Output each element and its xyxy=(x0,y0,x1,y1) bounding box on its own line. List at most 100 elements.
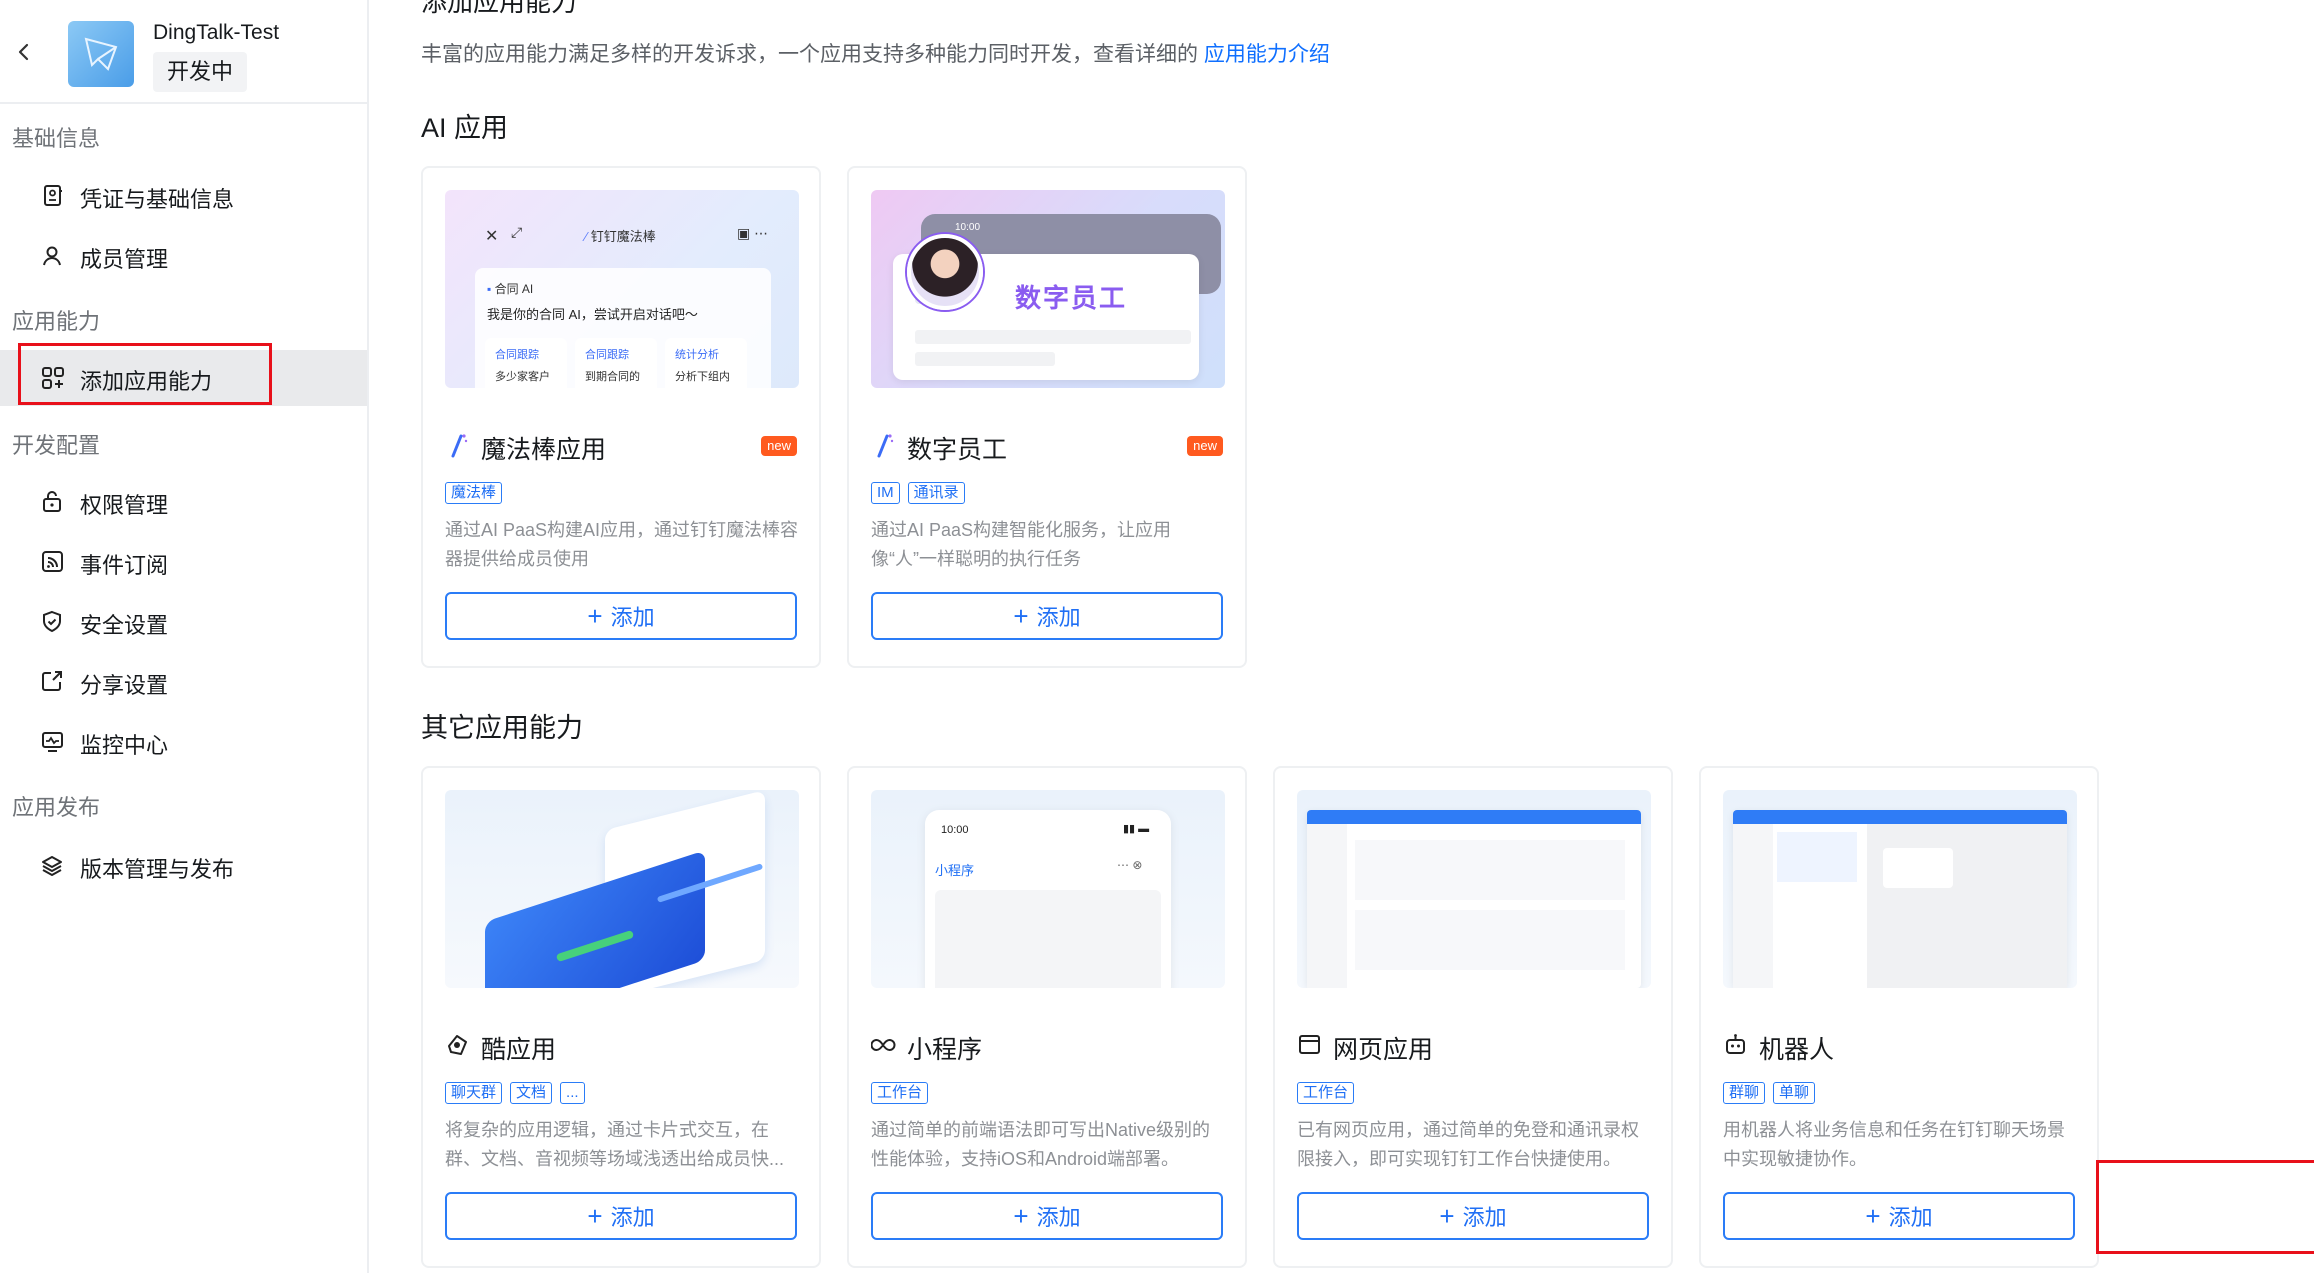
sidebar-item-label: 凭证与基础信息 xyxy=(80,187,235,212)
chevron-left-icon xyxy=(18,43,29,61)
plus-icon: + xyxy=(1439,1201,1455,1231)
intro-text: 丰富的应用能力满足多样的开发诉求，一个应用支持多种能力同时开发，查看详细的 应用… xyxy=(421,38,1330,68)
sidebar-item-share[interactable]: 分享设置 xyxy=(0,654,367,710)
plus-icon: + xyxy=(1865,1201,1881,1231)
sidebar-item-label: 版本管理与发布 xyxy=(80,857,235,882)
tag: IM xyxy=(871,482,900,504)
card-description: 通过AI PaaS构建AI应用，通过钉钉魔法棒容器提供给成员使用 xyxy=(445,520,799,569)
thumb-sidebar xyxy=(1733,824,1773,988)
tag: 工作台 xyxy=(871,1082,929,1104)
card-description: 已有网页应用，通过简单的免登和通讯录权限接入，即可实现钉钉工作台快捷使用。 xyxy=(1297,1120,1639,1169)
add-mini-program-button[interactable]: + 添加 xyxy=(871,1192,1223,1240)
new-badge: new xyxy=(761,436,797,456)
card-tags: 群聊 单聊 xyxy=(1723,1082,1816,1104)
thumb-chip: 合同跟踪 多少家客户 xyxy=(485,338,567,388)
sidebar-item-permissions[interactable]: 权限管理 xyxy=(0,474,367,530)
card-description: 将复杂的应用逻辑，通过卡片式交互，在群、文档、音视频等场域浅透出给成员快... xyxy=(445,1120,785,1169)
thumb-chat-panel: ▪ 合同 AI 我是你的合同 AI，尝试开启对话吧～ 合同跟踪 多少家客户 合同… xyxy=(475,268,771,388)
add-web-app-button[interactable]: + 添加 xyxy=(1297,1192,1649,1240)
plus-icon: + xyxy=(587,601,603,631)
thumb-line xyxy=(915,330,1191,344)
sidebar: DingTalk-Test 开发中 基础信息 凭证与基础信息 成员管理 应用能力… xyxy=(0,0,369,1273)
tag: 魔法棒 xyxy=(445,482,503,504)
more-icon: ⋯ ⊗ xyxy=(1117,858,1143,872)
sidebar-item-monitor[interactable]: 监控中心 xyxy=(0,714,367,770)
add-robot-button[interactable]: + 添加 xyxy=(1723,1192,2075,1240)
card-description: 通过简单的前端语法即可写出Native级别的性能体验，支持iOS和Android… xyxy=(871,1120,1211,1169)
add-label: 添加 xyxy=(610,605,655,630)
ai-section-title: AI 应用 xyxy=(421,113,509,143)
app-status-badge: 开发中 xyxy=(153,52,248,92)
tag: 文档 xyxy=(510,1082,553,1104)
card-tags: 工作台 xyxy=(1297,1082,1355,1104)
card-thumbnail: 10:00 ▮▮ ▬ 小程序 ⋯ ⊗ xyxy=(871,790,1225,988)
tag: 通讯录 xyxy=(907,482,965,504)
card-title: 小程序 xyxy=(907,1036,983,1064)
card-tags: 工作台 xyxy=(871,1082,929,1104)
card-tags: IM 通讯录 xyxy=(871,482,965,504)
group-title-dev-config: 开发配置 xyxy=(12,433,101,458)
thumb-window xyxy=(1307,810,1641,988)
layers-icon xyxy=(40,853,66,879)
plus-icon: + xyxy=(1013,601,1029,631)
magic-wand-icon xyxy=(445,432,471,458)
add-cool-app-button[interactable]: + 添加 xyxy=(445,1192,797,1240)
thumb-window xyxy=(1733,810,2067,988)
thumb-label: ▪ 合同 AI xyxy=(487,282,534,296)
card-thumbnail xyxy=(1297,790,1651,988)
rss-icon xyxy=(40,549,66,575)
thumb-content xyxy=(935,890,1161,988)
sidebar-item-label: 事件订阅 xyxy=(80,553,169,578)
capability-card-mini-program: 10:00 ▮▮ ▬ 小程序 ⋯ ⊗ 小程序 工作台 通过简单的前端语法即可写出… xyxy=(847,766,1247,1268)
main-content: 添加应用能力 丰富的应用能力满足多样的开发诉求，一个应用支持多种能力同时开发，查… xyxy=(369,0,2314,1273)
sidebar-item-events[interactable]: 事件订阅 xyxy=(0,534,367,590)
thumb-label: 小程序 xyxy=(935,863,975,878)
card-tags: 魔法棒 xyxy=(445,482,503,504)
tag: ... xyxy=(560,1082,585,1104)
monitor-icon xyxy=(40,729,66,755)
capability-intro-link[interactable]: 应用能力介绍 xyxy=(1204,43,1330,66)
thumb-sidebar xyxy=(1307,824,1347,988)
thumb-time: 10:00 xyxy=(941,824,969,836)
highlight-annotation-robot-add xyxy=(2096,1160,2314,1254)
tag: 群聊 xyxy=(1723,1082,1766,1104)
share-icon xyxy=(40,669,66,695)
add-digital-employee-button[interactable]: + 添加 xyxy=(871,592,1223,640)
tag: 工作台 xyxy=(1297,1082,1355,1104)
app-name: DingTalk-Test xyxy=(153,21,280,44)
card-title: 网页应用 xyxy=(1333,1036,1434,1064)
thumb-time: 10:00 xyxy=(955,222,981,233)
new-badge: new xyxy=(1187,436,1223,456)
capability-card-web-app: 网页应用 工作台 已有网页应用，通过简单的免登和通讯录权限接入，即可实现钉钉工作… xyxy=(1273,766,1673,1268)
sidebar-item-security[interactable]: 安全设置 xyxy=(0,594,367,650)
lock-icon xyxy=(40,489,66,515)
thumb-chip: 统计分析 分析下组内 xyxy=(665,338,747,388)
thumb-titlebar xyxy=(1307,810,1641,824)
add-label: 添加 xyxy=(1462,1205,1507,1230)
cool-app-icon xyxy=(445,1032,471,1058)
thumb-chip: 合同跟踪 到期合同的 xyxy=(575,338,657,388)
thumb-phone: 10:00 ▮▮ ▬ 小程序 ⋯ ⊗ xyxy=(925,810,1171,988)
expand-icon: ⤢ xyxy=(511,224,523,240)
robot-icon xyxy=(1723,1032,1749,1058)
back-button[interactable] xyxy=(10,38,38,66)
thumb-greeting: 我是你的合同 AI，尝试开启对话吧～ xyxy=(487,307,698,322)
magic-wand-icon xyxy=(871,432,897,458)
add-label: 添加 xyxy=(1888,1205,1933,1230)
sidebar-item-members[interactable]: 成员管理 xyxy=(0,228,367,284)
sidebar-item-label: 监控中心 xyxy=(80,733,169,758)
more-icon: ▣ ⋯ xyxy=(737,225,769,241)
tag: 单聊 xyxy=(1773,1082,1816,1104)
add-magic-wand-button[interactable]: + 添加 xyxy=(445,592,797,640)
mini-program-icon xyxy=(870,1032,897,1058)
card-title: 数字员工 xyxy=(907,436,1008,464)
add-label: 添加 xyxy=(1036,605,1081,630)
close-icon: ✕ xyxy=(485,228,499,245)
shield-icon xyxy=(40,609,66,635)
capability-card-magic-wand: ✕ ⤢ ⁄ 钉钉魔法棒 ▣ ⋯ ▪ 合同 AI 我是你的合同 AI，尝试开启对话… xyxy=(421,166,821,668)
sidebar-item-credentials[interactable]: 凭证与基础信息 xyxy=(0,168,367,224)
thumb-header: ⁄ 钉钉魔法棒 xyxy=(585,229,656,244)
sidebar-item-versions[interactable]: 版本管理与发布 xyxy=(0,838,367,894)
app-logo xyxy=(68,21,134,87)
card-description: 通过AI PaaS构建智能化服务，让应用像“人”一样聪明的执行任务 xyxy=(871,520,1172,569)
